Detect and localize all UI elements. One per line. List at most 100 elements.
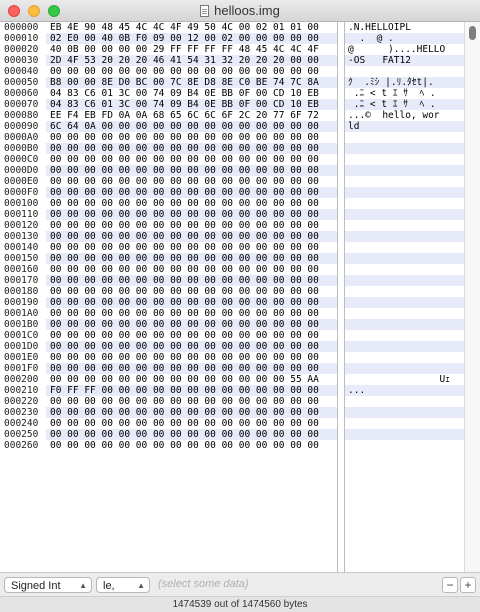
ascii-row[interactable] xyxy=(345,275,464,286)
ascii-row[interactable] xyxy=(345,165,464,176)
hex-row[interactable]: 00 00 00 00 00 00 00 00 00 00 00 00 00 0… xyxy=(46,165,337,176)
hex-row[interactable]: 00 00 00 00 00 00 00 00 00 00 00 00 00 0… xyxy=(46,132,337,143)
title-bar[interactable]: helloos.img xyxy=(0,0,480,22)
hex-row[interactable]: B8 00 00 8E D0 BC 00 7C 8E D8 8E C0 BE 7… xyxy=(46,77,337,88)
remove-inspector-button[interactable]: − xyxy=(442,577,458,593)
hex-row[interactable]: 00 00 00 00 00 00 00 00 00 00 00 00 00 0… xyxy=(46,308,337,319)
hex-row[interactable]: 00 00 00 00 00 00 00 00 00 00 00 00 00 0… xyxy=(46,187,337,198)
ascii-row[interactable] xyxy=(345,407,464,418)
ascii-row[interactable] xyxy=(345,231,464,242)
hex-view[interactable]: 000000 000010 000020 000030 000040 000050 0000… xyxy=(0,22,480,572)
offset-cell: 000220 xyxy=(4,396,39,407)
ascii-row[interactable]: ...© hello, wor xyxy=(345,110,464,121)
hex-row[interactable]: 00 00 00 00 00 00 00 00 00 00 00 00 00 0… xyxy=(46,176,337,187)
hex-row[interactable]: 04 83 C6 01 3C 00 74 09 B4 0E BB 0F 00 C… xyxy=(46,99,337,110)
ascii-row[interactable]: .ﾆ < t ｴ ｻ ﾍ . xyxy=(345,88,464,99)
hex-row[interactable]: 00 00 00 00 00 00 00 00 00 00 00 00 00 0… xyxy=(46,418,337,429)
ascii-row[interactable] xyxy=(345,154,464,165)
ascii-row[interactable] xyxy=(345,352,464,363)
hex-row[interactable]: 00 00 00 00 00 00 00 00 00 00 00 00 00 0… xyxy=(46,198,337,209)
vertical-scrollbar[interactable] xyxy=(464,22,480,572)
hex-row[interactable]: 00 00 00 00 00 00 00 00 00 00 00 00 00 0… xyxy=(46,209,337,220)
ascii-row[interactable] xyxy=(345,330,464,341)
ascii-row[interactable] xyxy=(345,297,464,308)
hex-row[interactable]: 00 00 00 00 00 00 00 00 00 00 00 00 00 0… xyxy=(46,286,337,297)
scrollbar-thumb[interactable] xyxy=(469,26,476,40)
ascii-row[interactable] xyxy=(345,429,464,440)
hex-row[interactable]: EB 4E 90 48 45 4C 4C 4F 49 50 4C 00 02 0… xyxy=(46,22,337,33)
ascii-row[interactable] xyxy=(345,143,464,154)
ascii-row[interactable]: @ )....HELLO xyxy=(345,44,464,55)
ascii-row[interactable] xyxy=(345,242,464,253)
ascii-row[interactable] xyxy=(345,440,464,451)
hex-row[interactable]: 00 00 00 00 00 00 00 00 00 00 00 00 00 0… xyxy=(46,407,337,418)
hex-row[interactable]: 00 00 00 00 00 00 00 00 00 00 00 00 00 0… xyxy=(46,275,337,286)
hex-row[interactable]: 40 0B 00 00 00 00 29 FF FF FF FF 48 45 4… xyxy=(46,44,337,55)
ascii-row[interactable] xyxy=(345,66,464,77)
hex-row[interactable]: 00 00 00 00 00 00 00 00 00 00 00 00 00 0… xyxy=(46,396,337,407)
hex-row[interactable]: 00 00 00 00 00 00 00 00 00 00 00 00 00 0… xyxy=(46,242,337,253)
hex-row[interactable]: 00 00 00 00 00 00 00 00 00 00 00 00 00 0… xyxy=(46,319,337,330)
ascii-row[interactable] xyxy=(345,396,464,407)
hex-row[interactable]: 00 00 00 00 00 00 00 00 00 00 00 00 00 0… xyxy=(46,363,337,374)
ascii-row[interactable]: Uｪ xyxy=(345,374,464,385)
hex-row[interactable]: 00 00 00 00 00 00 00 00 00 00 00 00 00 0… xyxy=(46,374,337,385)
ascii-row[interactable]: ｸ .ﾐｼ |.ﾘ.ﾀｾt|. xyxy=(345,77,464,88)
updown-chevron-icon: ▲ xyxy=(79,581,87,590)
hex-row[interactable]: F0 FF FF 00 00 00 00 00 00 00 00 00 00 0… xyxy=(46,385,337,396)
ascii-row[interactable] xyxy=(345,187,464,198)
offset-cell: 000210 xyxy=(4,385,39,396)
ascii-row[interactable] xyxy=(345,209,464,220)
hex-column[interactable]: EB 4E 90 48 45 4C 4C 4F 49 50 4C 00 02 0… xyxy=(46,22,337,572)
offset-cell: 000100 xyxy=(4,198,39,209)
add-inspector-button[interactable]: + xyxy=(460,577,476,593)
type-select[interactable]: Signed Int ▲ xyxy=(4,577,92,593)
hex-row[interactable]: 00 00 00 00 00 00 00 00 00 00 00 00 00 0… xyxy=(46,143,337,154)
hex-row[interactable]: 00 00 00 00 00 00 00 00 00 00 00 00 00 0… xyxy=(46,330,337,341)
hex-row[interactable]: 04 83 C6 01 3C 00 74 09 B4 0E BB 0F 00 C… xyxy=(46,88,337,99)
hex-row[interactable]: 00 00 00 00 00 00 00 00 00 00 00 00 00 0… xyxy=(46,220,337,231)
hex-row[interactable]: EE F4 EB FD 0A 0A 68 65 6C 6C 6F 2C 20 7… xyxy=(46,110,337,121)
hex-row[interactable]: 00 00 00 00 00 00 00 00 00 00 00 00 00 0… xyxy=(46,429,337,440)
hex-row[interactable]: 2D 4F 53 20 20 20 46 41 54 31 32 20 20 2… xyxy=(46,55,337,66)
ascii-row[interactable] xyxy=(345,286,464,297)
ascii-row[interactable]: -OS FAT12 xyxy=(345,55,464,66)
ascii-row[interactable]: .N.HELLOIPL xyxy=(345,22,464,33)
updown-chevron-icon: ▲ xyxy=(137,581,145,590)
hex-row[interactable]: 00 00 00 00 00 00 00 00 00 00 00 00 00 0… xyxy=(46,264,337,275)
hex-row[interactable]: 00 00 00 00 00 00 00 00 00 00 00 00 00 0… xyxy=(46,440,337,451)
status-text: 1474539 out of 1474560 bytes xyxy=(172,599,308,610)
endian-select[interactable]: le, dec ▲ xyxy=(96,577,150,608)
hex-row[interactable]: 00 00 00 00 00 00 00 00 00 00 00 00 00 0… xyxy=(46,253,337,264)
offset-cell: 000140 xyxy=(4,242,39,253)
ascii-row[interactable] xyxy=(345,198,464,209)
hex-row[interactable]: 00 00 00 00 00 00 00 00 00 00 00 00 00 0… xyxy=(46,231,337,242)
offset-cell: 000200 xyxy=(4,374,39,385)
offset-cell: 0000B0 xyxy=(4,143,39,154)
ascii-row[interactable]: .ﾆ < t ｴ ｻ ﾍ . xyxy=(345,99,464,110)
hex-row[interactable]: 00 00 00 00 00 00 00 00 00 00 00 00 00 0… xyxy=(46,341,337,352)
offset-cell: 0001A0 xyxy=(4,308,39,319)
offset-cell: 0001C0 xyxy=(4,330,39,341)
ascii-row[interactable]: ... xyxy=(345,385,464,396)
ascii-row[interactable]: . @ . xyxy=(345,33,464,44)
ascii-row[interactable]: ld xyxy=(345,121,464,132)
ascii-row[interactable] xyxy=(345,264,464,275)
hex-row[interactable]: 02 E0 00 40 0B F0 09 00 12 00 02 00 00 0… xyxy=(46,33,337,44)
hex-row[interactable]: 6C 64 0A 00 00 00 00 00 00 00 00 00 00 0… xyxy=(46,121,337,132)
hex-row[interactable]: 00 00 00 00 00 00 00 00 00 00 00 00 00 0… xyxy=(46,66,337,77)
ascii-row[interactable] xyxy=(345,418,464,429)
offset-cell: 000080 xyxy=(4,110,39,121)
ascii-row[interactable] xyxy=(345,220,464,231)
ascii-row[interactable] xyxy=(345,176,464,187)
hex-row[interactable]: 00 00 00 00 00 00 00 00 00 00 00 00 00 0… xyxy=(46,297,337,308)
ascii-row[interactable] xyxy=(345,319,464,330)
ascii-row[interactable] xyxy=(345,132,464,143)
ascii-row[interactable] xyxy=(345,363,464,374)
ascii-row[interactable] xyxy=(345,341,464,352)
hex-row[interactable]: 00 00 00 00 00 00 00 00 00 00 00 00 00 0… xyxy=(46,154,337,165)
ascii-column[interactable]: .N.HELLOIPL . @ . @ )....HELLO -OS FAT12 ｸ … xyxy=(345,22,464,572)
ascii-row[interactable] xyxy=(345,308,464,319)
ascii-row[interactable] xyxy=(345,253,464,264)
hex-row[interactable]: 00 00 00 00 00 00 00 00 00 00 00 00 00 0… xyxy=(46,352,337,363)
